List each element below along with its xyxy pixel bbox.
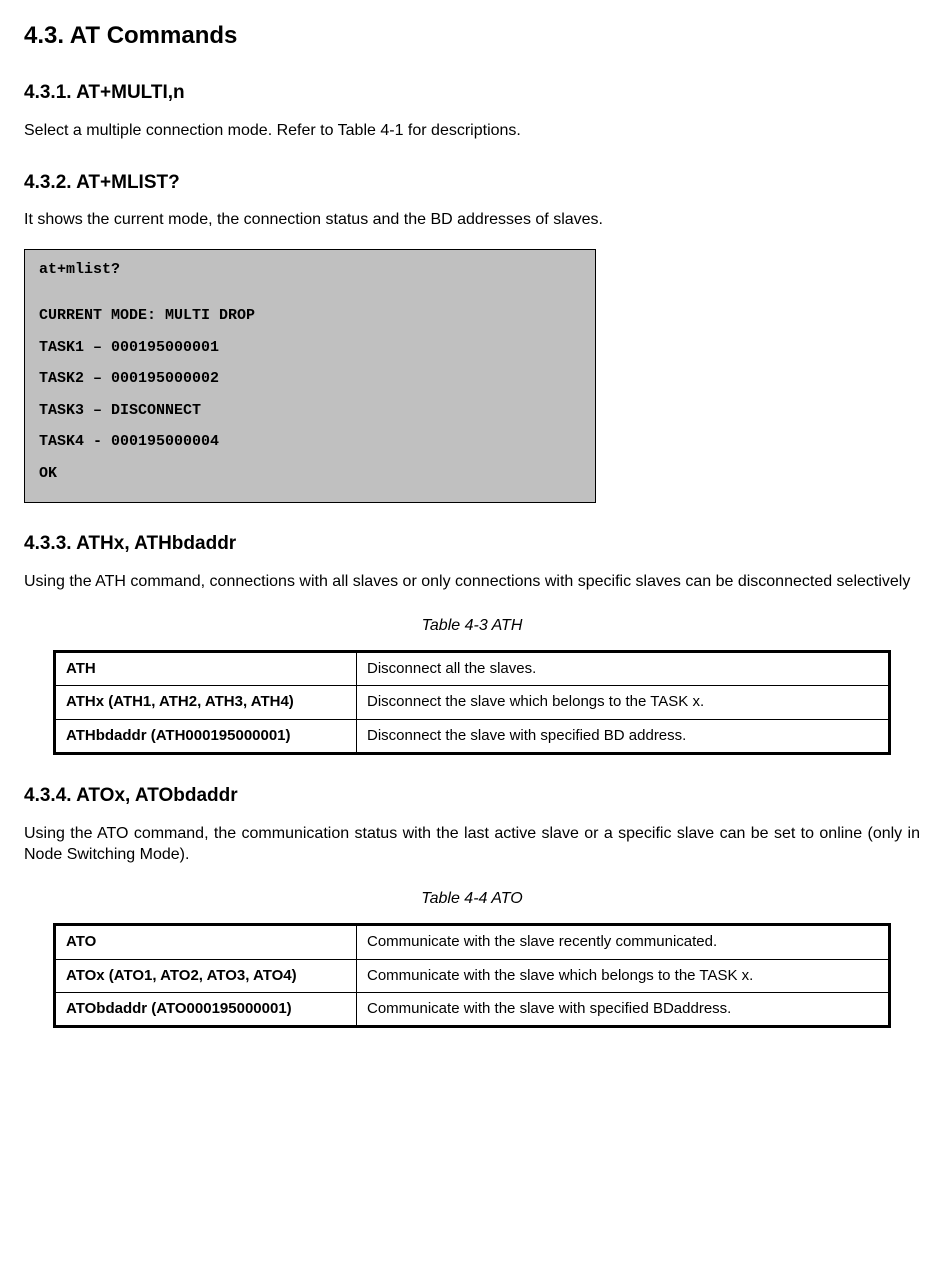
heading-at-mlist: 4.3.2. AT+MLIST? [24,170,920,196]
table-cell-desc: Disconnect the slave with specified BD a… [357,719,890,753]
code-line: TASK3 – DISCONNECT [39,403,581,420]
table-caption-ato: Table 4-4 ATO [24,888,920,910]
code-block-mlist: at+mlist? CURRENT MODE: MULTI DROP TASK1… [24,249,596,504]
code-line [39,293,581,308]
code-line [39,388,581,403]
table-cell-cmd: ATH [55,652,357,686]
table-cell-cmd: ATHx (ATH1, ATH2, ATH3, ATH4) [55,686,357,719]
table-ato: ATO Communicate with the slave recently … [53,923,891,1028]
heading-athx: 4.3.3. ATHx, ATHbdaddr [24,531,920,557]
table-caption-ath: Table 4-3 ATH [24,615,920,637]
table-cell-desc: Communicate with the slave recently comm… [357,925,890,959]
heading-at-multi: 4.3.1. AT+MULTI,n [24,80,920,106]
heading-at-commands: 4.3. AT Commands [24,20,920,52]
table-row: ATOx (ATO1, ATO2, ATO3, ATO4) Communicat… [55,959,890,992]
code-line: TASK4 - 000195000004 [39,434,581,451]
code-line: at+mlist? [39,262,581,279]
code-line [39,278,581,293]
table-cell-cmd: ATHbdaddr (ATH000195000001) [55,719,357,753]
code-line: TASK2 – 000195000002 [39,371,581,388]
code-line: CURRENT MODE: MULTI DROP [39,308,581,325]
code-line [39,419,581,434]
table-row: ATObdaddr (ATO000195000001) Communicate … [55,992,890,1026]
table-ath: ATH Disconnect all the slaves. ATHx (ATH… [53,650,891,755]
table-cell-cmd: ATObdaddr (ATO000195000001) [55,992,357,1026]
code-line [39,451,581,466]
paragraph: Select a multiple connection mode. Refer… [24,120,920,142]
paragraph: It shows the current mode, the connectio… [24,209,920,231]
table-cell-desc: Disconnect all the slaves. [357,652,890,686]
heading-atox: 4.3.4. ATOx, ATObdaddr [24,783,920,809]
table-cell-desc: Communicate with the slave with specifie… [357,992,890,1026]
paragraph: Using the ATH command, connections with … [24,571,920,593]
paragraph: Using the ATO command, the communication… [24,823,920,866]
code-line: TASK1 – 000195000001 [39,340,581,357]
table-row: ATHx (ATH1, ATH2, ATH3, ATH4) Disconnect… [55,686,890,719]
table-cell-desc: Disconnect the slave which belongs to th… [357,686,890,719]
table-cell-desc: Communicate with the slave which belongs… [357,959,890,992]
code-line [39,325,581,340]
table-row: ATHbdaddr (ATH000195000001) Disconnect t… [55,719,890,753]
table-row: ATH Disconnect all the slaves. [55,652,890,686]
code-line: OK [39,466,581,483]
table-cell-cmd: ATOx (ATO1, ATO2, ATO3, ATO4) [55,959,357,992]
table-cell-cmd: ATO [55,925,357,959]
code-line [39,356,581,371]
table-row: ATO Communicate with the slave recently … [55,925,890,959]
